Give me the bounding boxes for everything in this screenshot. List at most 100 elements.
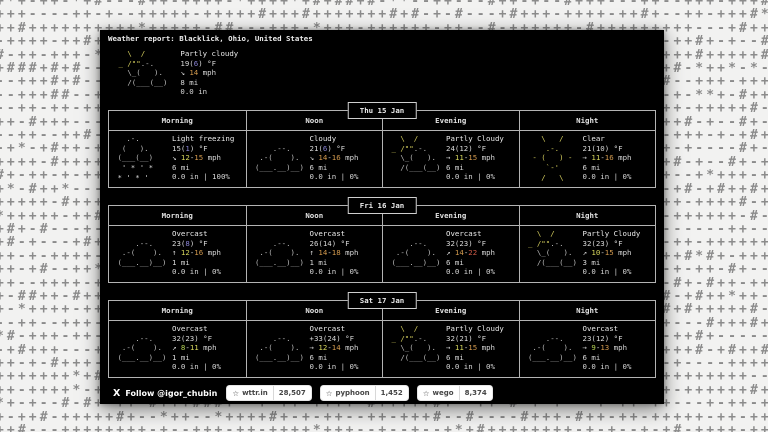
badge-star-count: 1,452 [375, 386, 408, 400]
temperature-value: 19(6) °F [180, 59, 238, 69]
forecast-cell-text: Overcast+33(24) °F→ 12-14 mph6 mi0.0 in … [310, 324, 359, 375]
report-title: Weather report: Blacklick, Ohio, United … [108, 34, 313, 43]
temperature-value: 32(23) °F [583, 239, 641, 249]
visibility-value: 6 mi [446, 163, 504, 173]
forecast-cell-text: Light freezing15(1) °F↘ 12-15 mph6 mi0.0… [172, 134, 234, 185]
current-text: Partly cloudy19(6) °F↘ 14 mph8 mi0.0 in [180, 49, 238, 97]
wind-value: → 11-16 mph [583, 153, 632, 163]
current-conditions: \ / _ /"".-. \_( ). /(___(__) Partly clo… [114, 49, 238, 97]
precipitation-value: 0.0 in | 0% [172, 362, 221, 372]
forecast-cell: \ / _ /"".-. \_( ). /(___(__) Partly Clo… [382, 321, 519, 377]
column-header-night: Night [519, 111, 656, 131]
forecast-cell: .--. .-( ). (___.__)__) Overcast26(14) °… [246, 226, 383, 282]
precipitation-value: 0.0 in | 0% [310, 362, 359, 372]
condition-label: Clear [583, 134, 632, 144]
weather-art-icon: \ / .-. - ( ) - `-' / \ [524, 134, 580, 185]
forecast-cell-text: Partly Cloudy32(21) °F→ 11-15 mph6 mi0.0… [446, 324, 504, 375]
condition-label: Partly Cloudy [446, 324, 504, 334]
condition-label: Partly Cloudy [446, 134, 504, 144]
forecast-cell: .--. .-( ). (___.__)__) Overcast32(23) °… [382, 226, 519, 282]
visibility-value: 3 mi [583, 258, 641, 268]
visibility-value: 1 mi [310, 258, 359, 268]
wind-value: ↑ 12-16 mph [172, 248, 221, 258]
weather-art-icon: \ / _ /"".-. \_( ). /(___(__) [387, 324, 443, 375]
forecast-days: Thu 15 JanMorningNoonEveningNight .-. ( … [108, 110, 656, 395]
precipitation-value: 0.0 in | 0% [583, 362, 632, 372]
day-date-header: Thu 15 Jan [348, 102, 417, 119]
precipitation-value: 0.0 in [180, 87, 238, 97]
forecast-cell: .--. .-( ). (___.__)__) Overcast32(23) °… [109, 321, 246, 377]
column-header-morning: Morning [109, 206, 246, 226]
precipitation-value: 0.0 in | 0% [446, 362, 504, 372]
condition-label: Overcast [310, 229, 359, 239]
column-header-night: Night [519, 301, 656, 321]
visibility-value: 6 mi [446, 258, 495, 268]
github-badge-wttr.in[interactable]: ☆wttr.in28,507 [227, 386, 310, 400]
forecast-cell-text: Overcast23(8) °F↑ 12-16 mph1 mi0.0 in | … [172, 229, 221, 280]
temperature-value: 15(1) °F [172, 144, 234, 154]
forecast-cell-text: Overcast23(12) °F→ 9-13 mph6 mi0.0 in | … [583, 324, 632, 375]
temperature-value: 23(8) °F [172, 239, 221, 249]
wind-value: ↘ 14 mph [180, 68, 238, 78]
wind-value: → 9-13 mph [583, 343, 632, 353]
temperature-value: 23(12) °F [583, 334, 632, 344]
github-badge-pyphoon[interactable]: ☆pyphoon1,452 [321, 386, 408, 400]
wind-value: → 12-14 mph [310, 343, 359, 353]
precipitation-value: 0.0 in | 0% [310, 267, 359, 277]
github-badge-wego[interactable]: ☆wego8,374 [418, 386, 492, 400]
weather-art-icon: \ / _ /"".-. \_( ). /(___(__) [387, 134, 443, 185]
condition-label: Light freezing [172, 134, 234, 144]
forecast-day-table: Fri 16 JanMorningNoonEveningNight .--. .… [108, 205, 656, 283]
visibility-value: 6 mi [172, 163, 234, 173]
weather-art-icon: .--. .-( ). (___.__)__) [113, 229, 169, 280]
visibility-value: 1 mi [172, 258, 221, 268]
weather-art-icon: \ / _ /"".-. \_( ). /(___(__) [524, 229, 580, 280]
visibility-value: 6 mi [310, 163, 359, 173]
condition-label: Overcast [446, 229, 495, 239]
current-weather-art-icon: \ / _ /"".-. \_( ). /(___(__) [114, 49, 167, 97]
precipitation-value: 0.0 in | 100% [172, 172, 234, 182]
visibility-value: 6 mi [446, 353, 504, 363]
weather-art-icon: .--. .-( ). (___.__)__) [251, 134, 307, 185]
column-header-night: Night [519, 206, 656, 226]
weather-art-icon: .-. ( ). (___(__) ' * ' * * ' * ' [113, 134, 169, 185]
forecast-cell-text: Overcast26(14) °F↑ 14-18 mph1 mi0.0 in |… [310, 229, 359, 280]
badge-star-count: 28,507 [273, 386, 311, 400]
precipitation-value: 0.0 in | 0% [310, 172, 359, 182]
forecast-cell: \ / _ /"".-. \_( ). /(___(__) Partly Clo… [519, 226, 656, 282]
weather-art-icon: .--. .-( ). (___.__)__) [387, 229, 443, 280]
follow-label: Follow @igor_chubin [125, 389, 217, 398]
forecast-cell-text: Overcast32(23) °F↗ 8-11 mph1 mi0.0 in | … [172, 324, 221, 375]
wind-value: ↗ 14-22 mph [446, 248, 495, 258]
forecast-cell: .--. .-( ). (___.__)__) Overcast23(12) °… [519, 321, 656, 377]
forecast-day-table: Thu 15 JanMorningNoonEveningNight .-. ( … [108, 110, 656, 188]
badge-star-count: 8,374 [459, 386, 492, 400]
condition-label: Partly Cloudy [583, 229, 641, 239]
day-date-header: Fri 16 Jan [348, 197, 417, 214]
condition-label: Overcast [172, 229, 221, 239]
forecast-cell-text: Cloudy21(6) °F↘ 14-16 mph6 mi0.0 in | 0% [310, 134, 359, 185]
star-icon: ☆ [326, 389, 333, 398]
condition-label: Cloudy [310, 134, 359, 144]
visibility-value: 8 mi [180, 78, 238, 88]
x-logo-icon: X [113, 388, 120, 399]
condition-label: Overcast [310, 324, 359, 334]
star-icon: ☆ [423, 389, 430, 398]
temperature-value: +33(24) °F [310, 334, 359, 344]
visibility-value: 1 mi [172, 353, 221, 363]
footer-bar: X Follow @igor_chubin ☆wttr.in28,507 ☆pyp… [100, 382, 664, 404]
precipitation-value: 0.0 in | 0% [583, 267, 641, 277]
forecast-cell: .--. .-( ). (___.__)__) Cloudy21(6) °F↘ … [246, 131, 383, 187]
forecast-cell: .--. .-( ). (___.__)__) Overcast23(8) °F… [109, 226, 246, 282]
forecast-cell-text: Overcast32(23) °F↗ 14-22 mph6 mi0.0 in |… [446, 229, 495, 280]
twitter-follow-link[interactable]: X Follow @igor_chubin [113, 388, 217, 399]
forecast-cell-text: Clear21(10) °F→ 11-16 mph6 mi0.0 in | 0% [583, 134, 632, 185]
forecast-cell: .-. ( ). (___(__) ' * ' * * ' * ' Light … [109, 131, 246, 187]
condition-label: Partly cloudy [180, 49, 238, 59]
temperature-value: 24(12) °F [446, 144, 504, 154]
temperature-value: 32(21) °F [446, 334, 504, 344]
weather-art-icon: .--. .-( ). (___.__)__) [251, 229, 307, 280]
condition-label: Overcast [172, 324, 221, 334]
day-date-header: Sat 17 Jan [348, 292, 417, 309]
wind-value: ↑ 14-18 mph [310, 248, 359, 258]
